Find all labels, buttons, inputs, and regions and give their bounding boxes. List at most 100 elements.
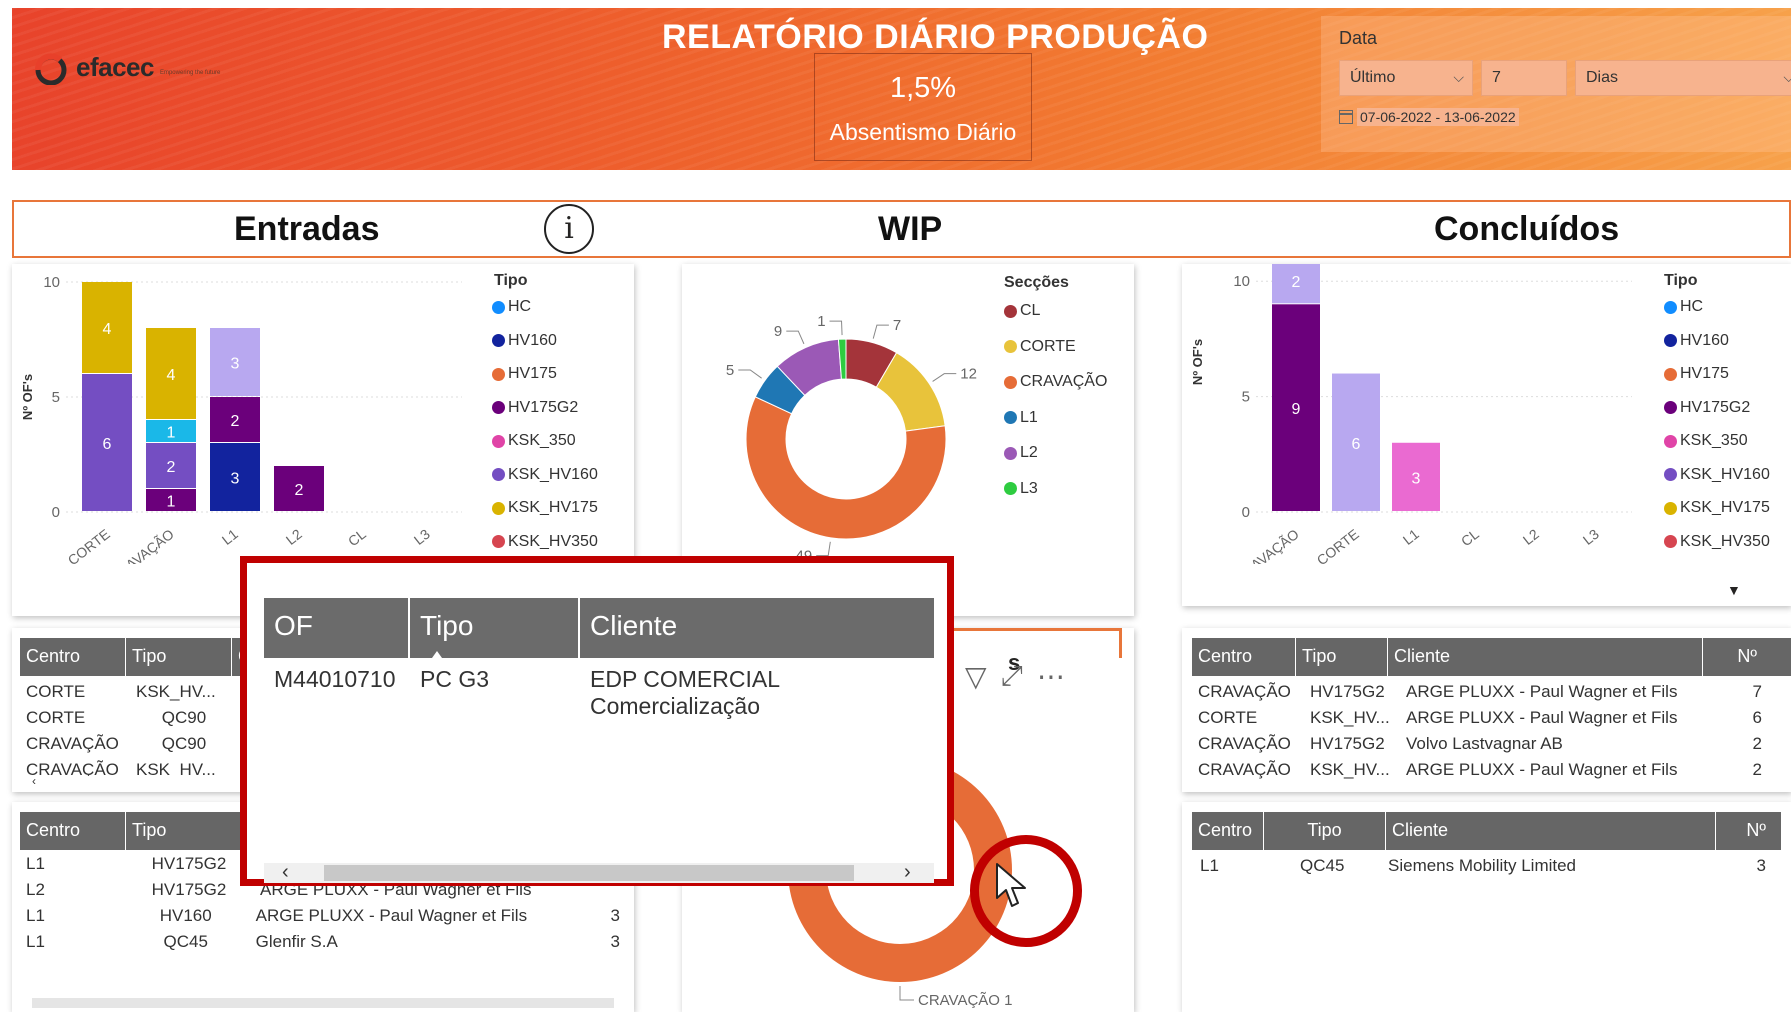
entradas-legend-item[interactable]: KSK_HV175 (492, 499, 598, 517)
legend-dot-icon (1004, 411, 1017, 424)
legend-dot-icon (1664, 401, 1677, 414)
cell-cliente: Glenfir S.A (255, 932, 338, 951)
concluidos-legend-item[interactable]: HV175 (1664, 365, 1729, 383)
col-count[interactable]: Nº (1716, 812, 1772, 850)
popup-table-row[interactable]: M44010710 PC G3 EDP COMERCIAL Comerciali… (274, 666, 950, 720)
legend-label: CL (1020, 302, 1041, 319)
table-row[interactable]: CRAVAÇÃO HV175G2 ARGE PLUXX - Paul Wagner … (1196, 680, 1781, 706)
col-tipo[interactable]: Tipo (1264, 812, 1386, 850)
scrollbar-thumb[interactable] (324, 865, 854, 881)
horizontal-scrollbar[interactable] (32, 998, 614, 1008)
legend-label: CORTE (1020, 337, 1076, 355)
wip-legend-item[interactable]: L3 (1004, 480, 1038, 498)
cell-cliente: ARGE PLUXX - Paul Wagner et Fils (1406, 760, 1678, 779)
concluidos-table-top[interactable]: Centro Tipo Cliente Nº CRAVAÇÃO HV175G2 AR… (1182, 628, 1791, 792)
bar-data-label: 4 (103, 321, 112, 338)
concluidos-legend-item[interactable]: KSK_HV175 (1664, 499, 1770, 517)
col-centro[interactable]: Centro (1192, 638, 1296, 676)
table-row[interactable]: CORTE KSK_HV... ARGE PLUXX - Paul Wagner e… (1196, 706, 1781, 732)
focus-mode-icon[interactable]: ⤢ (1001, 660, 1023, 693)
concluidos-bar-chart[interactable]: Nº OF's0510922CRAVAÇÃO6CORTE3L1CLL2L3 (1182, 264, 1652, 564)
popup-table-header: OF Tipo Cliente (264, 598, 934, 658)
y-tick-label: 5 (1242, 389, 1250, 406)
concluidos-table-bottom[interactable]: Centro Tipo Cliente Nº L1 QC45 Siemens Mob… (1182, 802, 1791, 1012)
concluidos-legend-item[interactable]: HC (1664, 298, 1703, 316)
col-of[interactable]: OF (264, 598, 410, 658)
entradas-legend-item[interactable]: HV175G2 (492, 399, 578, 417)
wip-donut-chart[interactable]: 71249591 (682, 264, 1002, 564)
bar-data-label: 6 (1352, 436, 1361, 453)
bar-data-label: 1 (167, 425, 176, 442)
entradas-legend-item[interactable]: HV175 (492, 365, 557, 383)
y-tick-label: 10 (43, 274, 60, 291)
col-cliente[interactable]: Cliente (580, 598, 934, 658)
concluidos-legend-item[interactable]: KSK_HV160 (1664, 466, 1770, 484)
concluidos-legend-item[interactable]: HV160 (1664, 332, 1729, 350)
col-centro[interactable]: Centro (1192, 812, 1264, 850)
filter-icon[interactable]: ▽ (965, 660, 987, 693)
efacec-logo: efacec Empowering the future (34, 52, 221, 85)
drillthrough-popup[interactable]: OF Tipo Cliente M44010710 PC G3 EDP COME… (240, 556, 954, 886)
x-tick-label: L1 (1400, 526, 1422, 548)
y-tick-label: 5 (52, 389, 60, 406)
col-centro[interactable]: Centro (20, 638, 126, 676)
cell-cliente: EDP COMERCIAL Comercialização (590, 666, 780, 719)
legend-dot-icon (492, 401, 505, 414)
entradas-legend-item[interactable]: KSK_HV350 (492, 533, 598, 551)
legend-label: KSK_HV160 (1680, 465, 1770, 483)
legend-label: KSK_HV350 (1680, 532, 1770, 550)
entradas-legend-item[interactable]: KSK_350 (492, 432, 576, 450)
bar-data-label: 9 (1292, 401, 1301, 418)
col-tipo[interactable]: Tipo (410, 598, 580, 658)
legend-scroll-down-icon[interactable]: ▼ (1727, 582, 1741, 598)
concluidos-legend-item[interactable]: HV175G2 (1664, 399, 1750, 417)
table-row[interactable]: CRAVAÇÃO HV175G2 Volvo Lastvagnar AB 2 (1196, 732, 1781, 758)
col-cliente[interactable]: Cliente (1386, 812, 1716, 850)
brand-tagline: Empowering the future (159, 69, 221, 76)
col-count[interactable]: Nº (1703, 638, 1763, 676)
date-range[interactable]: 07-06-2022 - 13-06-2022 (1339, 108, 1519, 126)
legend-dot-icon (1664, 535, 1677, 548)
absenteeism-kpi-card[interactable]: 1,5% Absentismo Diário (814, 53, 1032, 161)
concluidos-chart-card[interactable]: Nº OF's0510922CRAVAÇÃO6CORTE3L1CLL2L3 Ti… (1182, 264, 1791, 606)
table-row[interactable]: L1 QC45 Glenfir S.A 3 (24, 930, 622, 956)
table-row[interactable]: CRAVAÇÃO KSK_HV... ARGE PLUXX - Paul Wagne… (1196, 758, 1781, 784)
scroll-left-icon[interactable]: ‹ (282, 861, 289, 884)
legend-dot-icon (1004, 446, 1017, 460)
bar-data-label: 2 (231, 413, 240, 430)
concluidos-legend-item[interactable]: KSK_350 (1664, 432, 1748, 450)
wip-legend-item[interactable]: CORTE (1004, 338, 1076, 356)
scroll-right-icon[interactable]: › (904, 861, 911, 884)
unit-dropdown[interactable]: Dias ⌵ (1575, 60, 1791, 96)
entradas-bar-chart[interactable]: Nº OF's 0 5 10 6 4 CORTE 1 2 1 4 CRAVAÇÃO 3 2 3 L1 2 L2 CL… (12, 264, 482, 564)
wip-legend-item[interactable]: CRAVAÇÃO (1004, 373, 1107, 391)
legend-dot-icon (1664, 300, 1677, 314)
col-tipo[interactable]: Tipo (126, 638, 232, 676)
col-tipo[interactable]: Tipo (126, 812, 246, 850)
popup-horizontal-scrollbar[interactable]: ‹ › (264, 861, 934, 884)
legend-label: KSK_HV175 (1680, 499, 1770, 516)
wip-legend-item[interactable]: L2 (1004, 444, 1038, 462)
entradas-legend-item[interactable]: HV160 (492, 332, 557, 350)
legend-dot-icon (1664, 334, 1677, 347)
more-options-icon[interactable]: ⋯ (1037, 660, 1065, 693)
table-row[interactable]: L1 HV160 ARGE PLUXX - Paul Wagner et Fils 3 (24, 904, 622, 930)
scroll-left-icon[interactable]: ‹ (32, 774, 36, 788)
entradas-legend-item[interactable]: HC (492, 298, 531, 316)
legend-label: CRAVAÇÃO (1020, 373, 1108, 390)
info-icon[interactable]: i (544, 204, 594, 254)
entradas-legend-item[interactable]: KSK_HV160 (492, 466, 598, 484)
table-row[interactable]: L1 QC45 Siemens Mobility Limited 3 (1198, 854, 1781, 880)
x-tick-label: CRAVAÇÃO (107, 526, 177, 564)
col-centro[interactable]: Centro (20, 812, 126, 850)
bar-data-label: 2 (1292, 274, 1301, 291)
col-tipo[interactable]: Tipo (1296, 638, 1388, 676)
amount-input[interactable]: 7 (1481, 60, 1567, 96)
concluidos-legend-item[interactable]: KSK_HV350 (1664, 533, 1770, 551)
period-dropdown[interactable]: Último ⌵ (1339, 60, 1473, 96)
bar-data-label: 2 (167, 459, 176, 476)
wip-legend-item[interactable]: L1 (1004, 409, 1038, 427)
wip-legend-item[interactable]: CL (1004, 302, 1040, 320)
unit-value: Dias (1586, 69, 1619, 86)
col-cliente[interactable]: Cliente (1388, 638, 1703, 676)
